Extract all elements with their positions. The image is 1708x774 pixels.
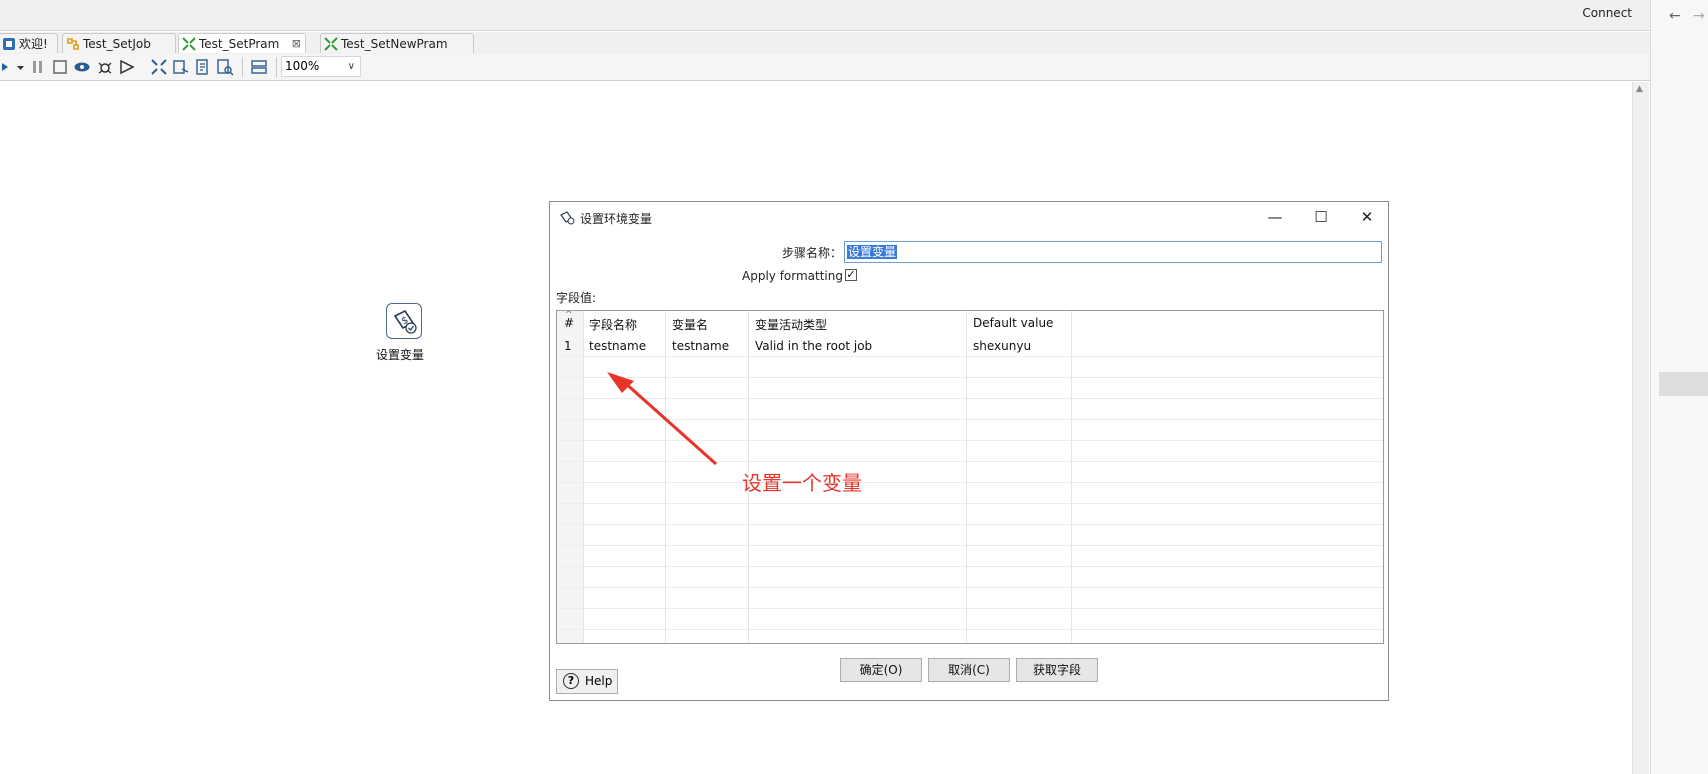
table-cell[interactable]: testname	[672, 339, 729, 353]
cancel-button[interactable]: 取消(C)	[928, 658, 1010, 682]
verify-icon[interactable]	[150, 58, 168, 76]
tab-test-setnewpram[interactable]: Test_SetNewPram	[320, 33, 474, 53]
column-header[interactable]: #	[564, 316, 574, 330]
annotation-text: 设置一个变量	[742, 471, 862, 495]
close-icon[interactable]: ✕	[1352, 206, 1382, 228]
forward-arrow-icon[interactable]: →	[1693, 8, 1705, 24]
scroll-up-icon[interactable]: ▲	[1636, 84, 1643, 94]
get-fields-button[interactable]: 获取字段	[1016, 658, 1098, 682]
editor-tab-bar: 欢迎! Test_SetJob Test_SetPram ⊠ Test_SetN…	[0, 32, 1650, 55]
debug-icon[interactable]	[96, 58, 114, 76]
help-icon: ?	[563, 673, 579, 689]
canvas-vertical-scrollbar[interactable]: ▲	[1632, 82, 1649, 774]
toolbar-separator	[242, 57, 243, 77]
step-label: 设置变量	[376, 348, 425, 362]
impact-icon[interactable]	[172, 58, 190, 76]
stop-icon[interactable]	[51, 58, 69, 76]
column-header[interactable]: 字段名称	[589, 316, 637, 333]
set-variables-step[interactable]: $	[386, 303, 422, 339]
apply-formatting-label: Apply formatting	[742, 269, 843, 283]
dialog-title: 设置环境变量	[580, 212, 653, 226]
fields-table: ^ # 字段名称 变量名 变量活动类型 Default value 1 test…	[556, 310, 1384, 644]
help-button[interactable]: ? Help	[556, 669, 618, 694]
welcome-icon	[3, 38, 15, 50]
tab-test-setjob[interactable]: Test_SetJob	[62, 33, 176, 53]
back-arrow-icon[interactable]: ←	[1669, 8, 1681, 24]
chevron-down-icon: ∨	[347, 61, 355, 72]
explore-db-icon[interactable]	[216, 58, 234, 76]
tab-test-setpram[interactable]: Test_SetPram ⊠	[178, 33, 306, 53]
column-header[interactable]: 变量名	[672, 316, 708, 333]
step-name-value: 设置变量	[847, 245, 898, 259]
tab-label: 欢迎!	[19, 37, 48, 51]
ok-button[interactable]: 确定(O)	[840, 658, 922, 682]
tab-label: Test_SetJob	[83, 37, 151, 51]
job-icon	[67, 38, 79, 50]
table-cell[interactable]: testname	[589, 339, 646, 353]
apply-formatting-checkbox[interactable]: ✓	[845, 269, 857, 281]
set-env-variables-dialog: 设置环境变量 — ☐ ✕ 步骤名称： 设置变量 Apply formatting…	[549, 201, 1389, 701]
zoom-value: 100%	[285, 59, 320, 73]
transformation-icon	[324, 37, 338, 51]
right-side-panel: ← →	[1650, 0, 1708, 774]
table-cell: 1	[564, 339, 572, 353]
toolbar-separator	[276, 57, 277, 77]
maximize-icon[interactable]: ☐	[1306, 206, 1336, 228]
step-name-input[interactable]: 设置变量	[844, 241, 1382, 263]
preview-icon[interactable]	[73, 58, 91, 76]
sql-icon[interactable]	[194, 58, 212, 76]
run-dropdown-icon[interactable]	[12, 58, 24, 76]
column-header[interactable]: 变量活动类型	[755, 316, 827, 333]
minimize-icon[interactable]: —	[1260, 206, 1290, 228]
column-header[interactable]: Default value	[973, 316, 1053, 330]
replay-icon[interactable]	[118, 58, 136, 76]
align-icon[interactable]	[250, 58, 268, 76]
connect-button[interactable]: Connect	[1582, 6, 1632, 20]
table-cell[interactable]: Valid in the root job	[755, 339, 872, 353]
fields-label: 字段值:	[556, 291, 597, 305]
close-tab-icon[interactable]: ⊠	[292, 34, 301, 54]
tab-label: Test_SetPram	[199, 37, 280, 51]
tab-welcome[interactable]: 欢迎!	[0, 33, 58, 53]
tab-label: Test_SetNewPram	[341, 37, 448, 51]
transformation-icon	[182, 37, 196, 51]
zoom-select[interactable]: 100% ∨	[281, 56, 361, 77]
step-name-label: 步骤名称：	[782, 246, 843, 260]
side-scroll-thumb[interactable]	[1659, 372, 1708, 396]
help-label: Help	[585, 674, 613, 688]
table-cell[interactable]: shexunyu	[973, 339, 1031, 353]
pause-icon[interactable]	[29, 58, 47, 76]
row-number-column	[557, 311, 583, 643]
set-variables-icon: $	[393, 309, 417, 334]
top-bar: Connect	[0, 0, 1650, 31]
canvas-toolbar: 100% ∨	[0, 54, 1650, 81]
set-variables-icon	[560, 211, 575, 225]
